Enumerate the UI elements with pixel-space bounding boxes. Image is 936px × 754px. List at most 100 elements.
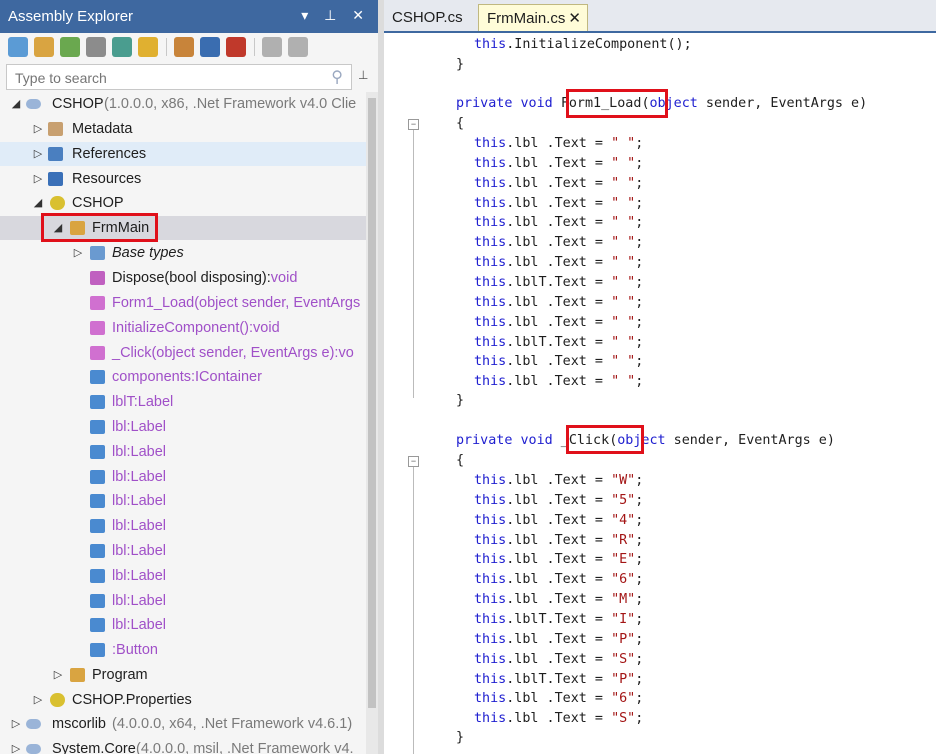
tree-node-namespace[interactable]: ◢ CSHOP: [0, 191, 366, 215]
pin-icon[interactable]: ⊥: [358, 68, 368, 82]
string-literal: "6": [611, 691, 636, 707]
code-line: this.lbl .Text = " ";: [384, 213, 936, 233]
tree-node-member[interactable]: lbl:Label: [0, 465, 366, 489]
open-from-gac-icon[interactable]: [60, 37, 80, 57]
panel-title: Assembly Explorer: [8, 8, 134, 25]
string-literal: " ": [611, 235, 636, 251]
tree-scrollbar[interactable]: [366, 92, 378, 754]
code-token: .lbl .Text =: [506, 572, 612, 588]
code-token: .lbl .Text =: [506, 492, 612, 508]
tree-node-member[interactable]: lbl:Label: [0, 539, 366, 563]
tree-node-metadata[interactable]: ▷ Metadata: [0, 117, 366, 141]
code-token: ;: [635, 215, 644, 231]
code-token: ;: [635, 552, 644, 568]
code-token: ;: [635, 592, 644, 608]
expand-arrow-icon[interactable]: ▷: [32, 142, 44, 166]
toolbar-separator: [254, 38, 255, 56]
collapse-all-icon[interactable]: [262, 37, 282, 57]
code-token: this: [474, 374, 507, 390]
expand-arrow-icon[interactable]: ▷: [32, 167, 44, 191]
expand-arrow-icon[interactable]: ▷: [32, 688, 44, 712]
tree-node-member[interactable]: lbl:Label: [0, 489, 366, 513]
highlight-box: [566, 89, 668, 118]
collapse-arrow-icon[interactable]: ◢: [10, 92, 22, 116]
references-icon: [48, 147, 63, 161]
scrollbar-thumb[interactable]: [368, 98, 376, 708]
tree-node-member[interactable]: :Button: [0, 638, 366, 662]
tree-node-system-core[interactable]: ▷ System.Core (4.0.0.0, msil, .Net Frame…: [0, 737, 366, 754]
code-token: this: [474, 671, 507, 687]
tree-node-properties[interactable]: ▷ CSHOP.Properties: [0, 688, 366, 712]
code-line: this.lbl .Text = "5";: [384, 491, 936, 511]
nuget-icon[interactable]: [112, 37, 132, 57]
assembly-icon: [26, 719, 41, 729]
export-project-icon[interactable]: [174, 37, 194, 57]
panel-window-buttons[interactable]: ▾ ⊥ ✕: [301, 7, 370, 24]
remove-assembly-icon[interactable]: [226, 37, 246, 57]
open-assembly-icon[interactable]: [8, 37, 28, 57]
code-line: this.InitializeComponent();: [384, 35, 936, 55]
string-literal: " ": [611, 255, 636, 271]
explorer-toolbar: [0, 33, 378, 62]
tree-node-member[interactable]: lbl:Label: [0, 514, 366, 538]
open-folder-icon[interactable]: [34, 37, 54, 57]
search-icon[interactable]: ⚲: [331, 67, 343, 87]
code-token: this: [474, 473, 507, 488]
tree-node-member[interactable]: lblT:Label: [0, 390, 366, 414]
tab-cshop-cs[interactable]: CSHOP.cs: [384, 4, 471, 31]
tree-node-resources[interactable]: ▷ Resources: [0, 167, 366, 191]
editor-tab-strip: CSHOP.cs FrmMain.cs ✕: [384, 0, 936, 33]
tree-node-base-types[interactable]: ▷ Base types: [0, 241, 366, 265]
tree-node-dispose[interactable]: Dispose(bool disposing):void: [0, 266, 366, 290]
member-name: lbl:Label: [112, 493, 167, 510]
tree-node-member[interactable]: lbl:Label: [0, 589, 366, 613]
expand-arrow-icon[interactable]: ▷: [10, 737, 22, 754]
tree-node-member[interactable]: lbl:Label: [0, 415, 366, 439]
member-name: lbl:Label: [112, 543, 167, 559]
expand-arrow-icon[interactable]: ▷: [32, 117, 44, 141]
expand-arrow-icon[interactable]: ▷: [10, 712, 22, 736]
string-literal: "5": [611, 492, 636, 508]
tree-node-member[interactable]: InitializeComponent():void: [0, 316, 366, 340]
field-icon: [90, 469, 105, 484]
member-name: InitializeComponent():void: [112, 319, 280, 336]
tree-node-member[interactable]: lbl:Label: [0, 440, 366, 464]
code-token: .lbl .Text =: [506, 294, 612, 310]
member-name: components:IContainer: [112, 369, 262, 386]
code-token: this: [474, 334, 507, 350]
tree-node-member[interactable]: lbl:Label: [0, 613, 366, 637]
tree-node-mscorlib[interactable]: ▷ mscorlib (4.0.0.0, x64, .Net Framework…: [0, 712, 366, 736]
string-literal: " ": [611, 294, 636, 310]
code-editor[interactable]: this.InitializeComponent(); } private vo…: [384, 33, 936, 754]
expand-arrow-icon[interactable]: ▷: [52, 663, 64, 687]
search-input[interactable]: [13, 68, 317, 88]
tree-node-cshop-assembly[interactable]: ◢ CSHOP (1.0.0.0, x86, .Net Framework v4…: [0, 92, 366, 116]
tree-node-member[interactable]: components:IContainer: [0, 365, 366, 389]
tree-node-program[interactable]: ▷ Program: [0, 663, 366, 687]
tree-node-references[interactable]: ▷ References: [0, 142, 366, 166]
save-icon[interactable]: [200, 37, 220, 57]
expand-arrow-icon[interactable]: ▷: [72, 241, 84, 265]
code-token: .lbl .Text =: [506, 691, 612, 707]
code-token: ;: [635, 314, 644, 330]
code-token: .lbl .Text =: [506, 155, 612, 171]
collapse-arrow-icon[interactable]: ◢: [32, 191, 44, 215]
tree-node-label: Resources: [72, 171, 142, 187]
assembly-list-icon[interactable]: [86, 37, 106, 57]
code-token: this: [474, 572, 507, 588]
tab-frmmain-cs[interactable]: FrmMain.cs ✕: [478, 4, 588, 31]
code-token: .lbl .Text =: [506, 195, 612, 211]
find-key-icon[interactable]: [138, 37, 158, 57]
search-box[interactable]: ⚲: [6, 64, 352, 90]
tree-node-member[interactable]: Form1_Load(object sender, EventArgs: [0, 291, 366, 315]
tree-node-member[interactable]: _Click(object sender, EventArgs e):vo: [0, 341, 366, 365]
code-token: ;: [635, 631, 644, 647]
tree-node-member[interactable]: lbl:Label: [0, 564, 366, 588]
code-token: ;: [635, 255, 644, 271]
code-line: this.lbl .Text = "W";: [384, 471, 936, 491]
close-icon[interactable]: ✕: [568, 5, 581, 32]
string-literal: " ": [611, 314, 636, 330]
expand-all-icon[interactable]: [288, 37, 308, 57]
code-token: this: [474, 691, 507, 707]
code-token: sender, EventArgs e): [697, 96, 868, 111]
